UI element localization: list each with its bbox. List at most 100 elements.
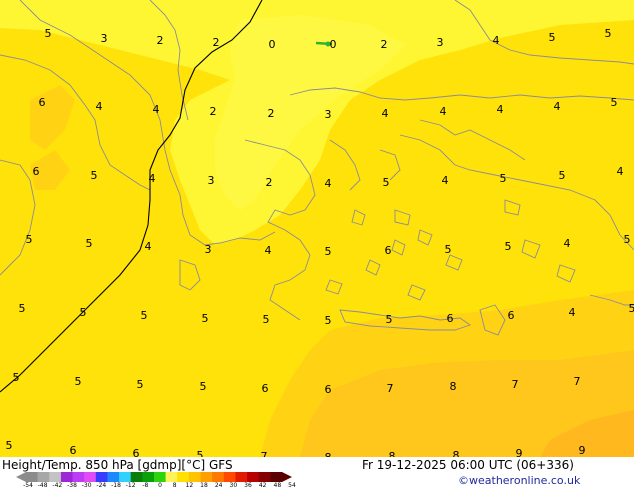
scale-tick-label: 36 [244,482,252,489]
temperature-value: 3 [325,108,332,121]
temperature-value: 0 [330,38,337,51]
temperature-value: 4 [440,105,447,118]
temperature-value: 5 [500,172,507,185]
scale-tick-label: 0 [158,482,162,489]
temperature-value: 8 [453,449,460,457]
scale-segment [188,472,201,482]
temperature-value: 5 [559,169,566,182]
scale-segment [107,472,120,482]
temperature-value: 2 [210,105,217,118]
temperature-value: 6 [447,312,454,325]
scale-tick-label: -24 [96,482,107,489]
temperature-value: 4 [265,244,272,257]
scale-tick-label: 48 [273,482,282,489]
temperature-value: 2 [268,107,275,120]
temperature-value: 5 [605,27,612,40]
scale-tick-label: -38 [67,482,77,489]
temperature-value: 5 [45,27,52,40]
scale-tick-label: -42 [52,482,63,489]
scale-tick-label: -30 [81,482,92,489]
forecast-datetime: Fr 19-12-2025 06:00 UTC (06+336) [362,458,574,472]
temperature-value: 5 [202,312,209,325]
scale-right-arrow [282,472,292,482]
scale-segment [154,472,166,482]
temperature-value: 5 [13,371,20,384]
scale-tick-label: -54 [23,482,33,489]
temperature-value: 3 [208,174,215,187]
temperature-value: 5 [549,31,556,44]
temperature-value: 7 [574,375,581,388]
color-scale-ticks: -54 -48 -42 -38 -30 -24 -18 -12 -8 0 8 12 18 24 30 36 42… [0,482,300,490]
temperature-value: 5 [200,380,207,393]
temperature-value: 5 [86,237,93,250]
temperature-value: 7 [512,378,519,391]
temperature-value: 5 [91,169,98,182]
scale-segment [235,472,248,482]
scale-tick-label: 30 [229,482,238,489]
temperature-value: 5 [80,306,87,319]
temperature-value: 5 [505,240,512,253]
scale-segment [95,472,108,482]
temperature-value: 7 [387,382,394,395]
temperature-value: 2 [213,36,220,49]
weather-map[interactable]: 5 3 2 2 0 0 2 3 4 5 5 6 4 4 2 2 3 4 4 4 4 5 6 5 4 3 2 4 5 4 5 5 4 5 5 4 3 4 5 6… [0,0,634,457]
scale-tick-label: -48 [37,482,48,489]
temperature-value: 5 [137,378,144,391]
temperature-value: 6 [325,383,332,396]
temperature-value: 5 [383,176,390,189]
temperature-value: 5 [325,245,332,258]
temperature-value: 4 [382,107,389,120]
scale-segment [270,472,283,482]
temperature-value: 5 [386,313,393,326]
credit-link[interactable]: ©weatheronline.co.uk [458,474,580,487]
scale-segment [26,472,38,482]
scale-segment [60,472,73,482]
temperature-value: 6 [262,382,269,395]
temperature-value: 5 [624,233,631,246]
temperature-value: 4 [153,103,160,116]
scale-tick-label: -18 [111,482,121,489]
scale-segment [142,472,155,482]
scale-tick-label: 12 [185,482,194,489]
temperature-value: 4 [149,172,156,185]
scale-tick-label: 42 [258,482,267,489]
temperature-value: 5 [26,233,33,246]
temperature-value: 3 [437,36,444,49]
scale-segment [258,472,271,482]
scale-segment [200,472,213,482]
scale-segment [84,472,97,482]
scale-left-arrow [16,472,26,482]
scale-tick-label: 8 [172,482,177,489]
temperature-value: 4 [493,34,500,47]
temperature-value: 5 [263,313,270,326]
temperature-value: 6 [39,96,46,109]
temperature-value: 2 [157,34,164,47]
temperature-value: 4 [564,237,571,250]
temperature-value: 5 [325,314,332,327]
temperature-value: 3 [101,32,108,45]
temperature-value: 5 [75,375,82,388]
color-scale-bar [16,472,292,482]
temperature-value: 8 [450,380,457,393]
scale-segment [49,472,62,482]
temperature-value: 4 [617,165,624,178]
scale-segment [119,472,132,482]
temperature-value: 0 [269,38,276,51]
temperature-value: 6 [133,447,140,457]
temperature-value: 7 [261,450,268,457]
temperature-value: 5 [611,96,618,109]
scale-tick-label: 54 [288,482,296,489]
temperature-value: 5 [629,302,634,315]
temperature-value: 2 [266,176,273,189]
temperature-value: 5 [197,449,204,457]
scale-segment [177,472,190,482]
temperature-value: 5 [19,302,26,315]
temperature-value: 6 [385,244,392,257]
temperature-value: 4 [497,103,504,116]
scale-segment [165,472,178,482]
scale-segment [247,472,260,482]
scale-tick-label: -12 [125,482,136,489]
temperature-value: 5 [445,243,452,256]
temperature-value: 4 [145,240,152,253]
temperature-value: 6 [33,165,40,178]
